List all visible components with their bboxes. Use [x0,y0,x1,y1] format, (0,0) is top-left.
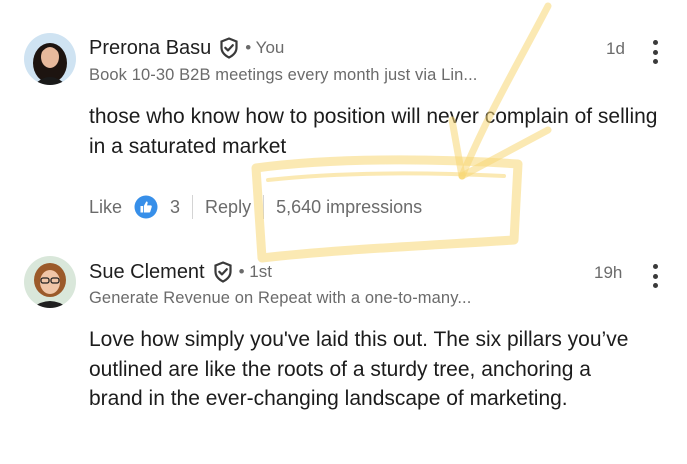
comment-body: those who know how to position will neve… [89,105,658,158]
impressions-count: 5,640 impressions [276,196,423,217]
comment-time: 1d [606,39,625,58]
divider [263,195,265,219]
connection-degree: • 1st [238,262,272,281]
comment-body: Love how simply you've laid this out. Th… [89,328,629,410]
connection-degree: • You [245,38,285,57]
like-count[interactable]: 3 [170,197,180,218]
more-options-icon[interactable] [650,40,660,64]
verified-badge-icon [218,37,240,59]
avatar[interactable] [24,256,76,308]
commenter-headline: Generate Revenue on Repeat with a one-to… [89,289,472,307]
commenter-name[interactable]: Sue Clement [89,261,205,284]
divider [192,195,194,219]
more-options-icon[interactable] [650,264,660,288]
avatar[interactable] [24,33,76,85]
like-button[interactable]: Like [89,197,122,218]
commenter-name[interactable]: Prerona Basu [89,37,211,60]
comment-time: 19h [594,263,623,282]
comment-actions: Like 3 Reply 5,640 impressions [89,193,422,221]
verified-badge-icon [212,261,234,283]
like-reaction-icon[interactable] [134,195,158,219]
commenter-headline: Book 10-30 B2B meetings every month just… [89,66,478,84]
reply-button[interactable]: Reply [205,197,251,218]
